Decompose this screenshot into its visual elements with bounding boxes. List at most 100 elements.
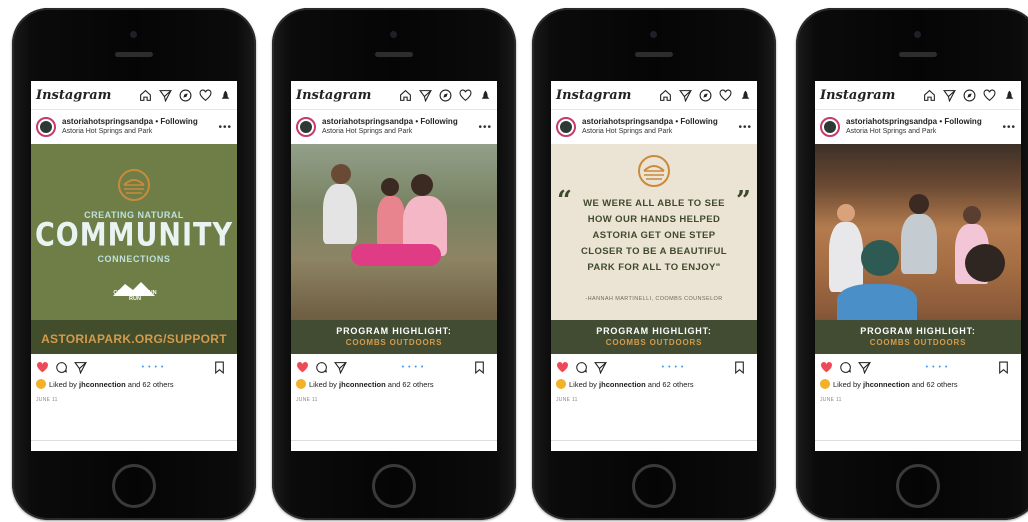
instagram-logo[interactable]: Instagram [556, 88, 652, 103]
headline-line-3: CONNECTIONS [97, 254, 171, 264]
explore-icon[interactable] [963, 89, 976, 102]
home-button[interactable] [112, 464, 156, 508]
post-username[interactable]: astoriahotspringsandpa [62, 117, 153, 126]
post-header: astoriahotspringsandpa • Following Astor… [291, 110, 497, 144]
liked-heart-icon[interactable] [296, 361, 309, 374]
send-icon[interactable] [679, 89, 692, 102]
explore-icon[interactable] [699, 89, 712, 102]
heart-icon[interactable] [719, 88, 732, 102]
explore-icon[interactable] [439, 89, 452, 102]
send-icon[interactable] [159, 89, 172, 102]
avatar[interactable] [556, 117, 576, 137]
child-photo-figure [381, 178, 399, 196]
liked-user[interactable]: jhconnection [339, 380, 386, 389]
liked-user[interactable]: jhconnection [79, 380, 126, 389]
home-button[interactable] [372, 464, 416, 508]
bookmark-icon[interactable] [997, 361, 1010, 374]
explore-icon[interactable] [179, 89, 192, 102]
post-username[interactable]: astoriahotspringsandpa [846, 117, 937, 126]
comment-icon[interactable] [575, 361, 588, 374]
share-icon[interactable] [334, 361, 347, 374]
more-options-icon[interactable]: ••• [1002, 122, 1016, 133]
emoji-avatar [36, 379, 46, 389]
instagram-screen: Instagram astoriahotspringsandpa • Follo… [31, 81, 237, 451]
home-icon[interactable] [659, 89, 672, 102]
program-name: COOMBS OUTDOORS [605, 338, 703, 347]
child-photo-figure [909, 194, 929, 214]
child-photo-figure [963, 206, 981, 224]
program-name: COOMBS OUTDOORS [345, 338, 443, 347]
phone-2: Instagram astoriahotspringsandpa • Follo… [272, 8, 516, 520]
program-highlight: PROGRAM HIGHLIGHT: [860, 326, 976, 336]
avatar[interactable] [296, 117, 316, 137]
program-highlight: PROGRAM HIGHLIGHT: [336, 326, 452, 336]
send-icon[interactable] [419, 89, 432, 102]
liked-heart-icon[interactable] [36, 361, 49, 374]
speaker [899, 52, 937, 57]
post-image[interactable]: PROGRAM HIGHLIGHT: COOMBS OUTDOORS [815, 144, 1021, 354]
activity-icon[interactable] [219, 89, 232, 102]
instagram-logo[interactable]: Instagram [296, 88, 392, 103]
fun-run-badge: OLD BILL'S FUN RUN [113, 290, 157, 302]
post-actions: • • • • [36, 358, 232, 376]
heart-icon[interactable] [983, 88, 996, 102]
liked-heart-icon[interactable] [820, 361, 833, 374]
more-options-icon[interactable]: ••• [218, 122, 232, 133]
post-image[interactable]: PROGRAM HIGHLIGHT: COOMBS OUTDOORS [291, 144, 497, 354]
instagram-logo[interactable]: Instagram [820, 88, 916, 103]
bookmark-icon[interactable] [473, 361, 486, 374]
activity-icon[interactable] [739, 89, 752, 102]
share-icon[interactable] [74, 361, 87, 374]
child-photo-figure [965, 244, 1005, 282]
liked-heart-icon[interactable] [556, 361, 569, 374]
home-icon[interactable] [139, 89, 152, 102]
instagram-top-bar: Instagram [31, 81, 237, 110]
front-camera [650, 31, 657, 38]
program-highlight: PROGRAM HIGHLIGHT: [596, 326, 712, 336]
likes-summary: Liked by jhconnection and 62 others [36, 379, 232, 389]
heart-icon[interactable] [459, 88, 472, 102]
comment-icon[interactable] [55, 361, 68, 374]
speaker [115, 52, 153, 57]
comment-icon[interactable] [839, 361, 852, 374]
phone-3: Instagram astoriahotspringsandpa • Follo… [532, 8, 776, 520]
liked-user[interactable]: jhconnection [599, 380, 646, 389]
speaker [375, 52, 413, 57]
send-icon[interactable] [943, 89, 956, 102]
quote-text: WE WERE ALL ABLE TO SEE HOW OUR HANDS HE… [581, 198, 727, 273]
post-image[interactable]: “ ” WE WERE ALL ABLE TO SEE HOW OUR HAND… [551, 144, 757, 354]
child-photo-figure [837, 284, 917, 324]
home-button[interactable] [896, 464, 940, 508]
instagram-screen: Instagram astoriahotspringsandpa • Follo… [551, 81, 757, 451]
child-photo-figure [411, 174, 433, 196]
activity-icon[interactable] [479, 89, 492, 102]
activity-icon[interactable] [1003, 89, 1016, 102]
more-options-icon[interactable]: ••• [478, 122, 492, 133]
post-image[interactable]: CREATING NATURAL COMMUNITY CONNECTIONS O… [31, 144, 237, 354]
post-location[interactable]: Astoria Hot Springs and Park [322, 127, 478, 137]
home-button[interactable] [632, 464, 676, 508]
post-username[interactable]: astoriahotspringsandpa [322, 117, 413, 126]
post-username[interactable]: astoriahotspringsandpa [582, 117, 673, 126]
avatar[interactable] [36, 117, 56, 137]
post-location[interactable]: Astoria Hot Springs and Park [62, 127, 218, 137]
liked-user[interactable]: jhconnection [863, 380, 910, 389]
headline-line-2: COMMUNITY [34, 216, 234, 255]
more-options-icon[interactable]: ••• [738, 122, 752, 133]
instagram-logo[interactable]: Instagram [36, 88, 132, 103]
home-icon[interactable] [399, 89, 412, 102]
post-location[interactable]: Astoria Hot Springs and Park [846, 127, 1002, 137]
front-camera [914, 31, 921, 38]
following-label: Following [680, 117, 718, 126]
post-location[interactable]: Astoria Hot Springs and Park [582, 127, 738, 137]
share-icon[interactable] [594, 361, 607, 374]
child-photo-figure [377, 196, 405, 246]
avatar[interactable] [820, 117, 840, 137]
bookmark-icon[interactable] [733, 361, 746, 374]
home-icon[interactable] [923, 89, 936, 102]
comment-icon[interactable] [315, 361, 328, 374]
post-date: JUNE 11 [820, 397, 842, 403]
bookmark-icon[interactable] [213, 361, 226, 374]
share-icon[interactable] [858, 361, 871, 374]
heart-icon[interactable] [199, 88, 212, 102]
